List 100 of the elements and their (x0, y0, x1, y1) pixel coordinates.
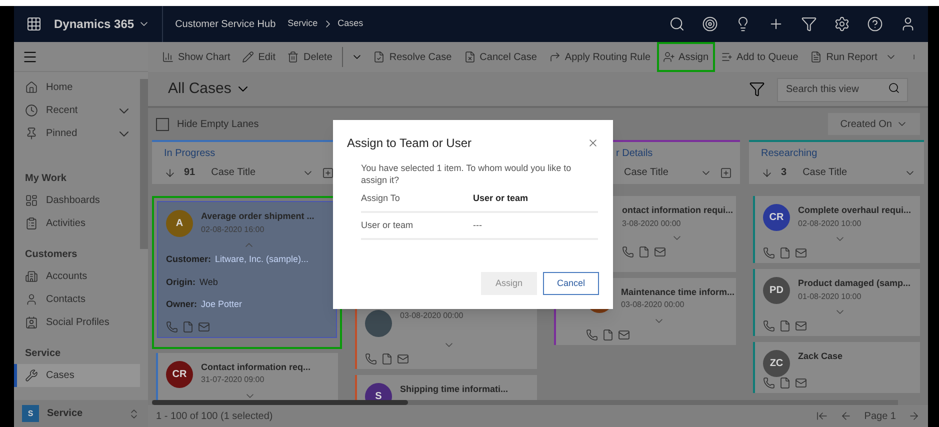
document-icon (381, 353, 393, 365)
trash-icon (287, 51, 300, 63)
nav-item[interactable]: Home (14, 76, 140, 99)
sort-dropdown[interactable]: Created On (828, 113, 920, 135)
command-button[interactable]: Run Report (804, 42, 904, 72)
app-name[interactable]: Dynamics 365 (54, 15, 134, 33)
search-icon (669, 16, 685, 32)
case-card[interactable]: S Shipping time informati... (355, 375, 537, 400)
case-date: 03-08-2020 00:00 (621, 299, 686, 311)
dialog-title: Assign to Team or User (347, 135, 472, 152)
next-page-icon (908, 410, 920, 422)
case-card[interactable]: CR Complete overhaul requi... 02-08-2020 10:00 (753, 196, 920, 263)
command-button[interactable]: Show Chart (156, 42, 236, 72)
lane-title: Researching (761, 147, 818, 161)
case-date: 31-07-2020 09:00 (201, 374, 266, 386)
nav-item[interactable]: Cases (14, 364, 140, 387)
case-title[interactable]: ontact information requi... (622, 204, 732, 218)
phone-icon (166, 320, 178, 332)
document-icon (602, 328, 614, 340)
area-switcher[interactable]: S Service (14, 400, 148, 427)
field-link[interactable]: Joe Potter (201, 298, 242, 312)
nav-item[interactable]: Activities (14, 212, 140, 235)
mail-icon (795, 247, 807, 259)
report-icon (810, 51, 822, 63)
area-badge: S (22, 405, 39, 422)
field-label: Owner: (166, 298, 198, 311)
nav-item[interactable]: Social Profiles (14, 311, 140, 334)
nav-item[interactable]: Dashboards (14, 189, 140, 212)
case-title[interactable]: Shipping time informati... (400, 383, 508, 396)
avatar: ZC (763, 350, 790, 377)
target-icon (702, 16, 718, 32)
checkbox[interactable] (156, 118, 169, 130)
app-launcher-icon (26, 16, 42, 32)
command-button[interactable]: Delete (281, 42, 338, 72)
nav-item[interactable]: Contacts (14, 288, 140, 311)
case-title[interactable]: Contact information req... (201, 360, 311, 374)
hub-name[interactable]: Customer Service Hub (175, 16, 276, 32)
document-icon (779, 247, 791, 259)
case-date: 01-08-2020 10:00 (798, 290, 862, 302)
section-title: My Work (24, 172, 68, 186)
document-icon (638, 246, 650, 258)
document-icon (779, 320, 791, 332)
document-check-icon (373, 51, 386, 63)
case-title[interactable]: Zack Case (798, 350, 843, 364)
search-field[interactable]: Search this view (777, 78, 908, 102)
previous-page-icon (840, 410, 852, 422)
sort-field[interactable]: Case Title (802, 165, 896, 180)
case-title[interactable]: Average order shipment ... (201, 210, 314, 224)
case-title[interactable]: Complete overhaul requi... (798, 204, 912, 218)
help-icon (867, 16, 883, 32)
checkbox-label: Hide Empty Lanes (177, 118, 259, 132)
case-card[interactable]: PD Product damaged (samp... 01-08-2020 10:00 (753, 269, 920, 336)
lane-count: 91 (184, 166, 196, 180)
case-date: 02-08-2020 10:00 (798, 218, 862, 230)
dialog-message: You have selected 1 item. To whom would you like to assign it? (360, 162, 572, 186)
mail-icon (654, 246, 666, 258)
command-button[interactable]: Edit (236, 42, 282, 72)
lookup-field[interactable]: --- (473, 218, 482, 232)
case-card[interactable]: CR Contact information req... 31-07-2020 09:00 (156, 352, 338, 400)
sort-arrow-icon (164, 166, 176, 178)
dialog-button[interactable]: Cancel (543, 272, 599, 295)
add-icon (322, 166, 334, 178)
breadcrumb-item[interactable]: Service (288, 17, 318, 31)
chart-icon (162, 51, 174, 63)
command-button[interactable]: Add to Queue (714, 42, 804, 72)
close-button[interactable] (587, 137, 599, 149)
command-button[interactable]: Apply Routing Rule (542, 42, 657, 72)
sort-field[interactable]: Case Title (211, 165, 294, 180)
command-button[interactable]: Resolve Case (367, 42, 458, 72)
case-card[interactable]: A Average order shipment ... 02-08-2020 16:00 Customer: Litware, Inc. (sample)... Origin: Web Owner: Joe Potter (157, 201, 337, 338)
nav-item[interactable]: Accounts (14, 265, 140, 288)
nav-item[interactable]: Pinned (14, 122, 140, 145)
avatar: CR (763, 204, 790, 231)
sort-arrow-icon (761, 166, 773, 178)
plus-icon (768, 16, 784, 32)
field-link[interactable]: Litware, Inc. (sample)... (215, 253, 309, 266)
avatar: A (166, 210, 193, 237)
sort-field[interactable]: Case Title (624, 165, 692, 180)
close-icon (587, 137, 599, 149)
nav-item[interactable]: Recent (14, 99, 140, 122)
phone-icon (763, 247, 775, 259)
case-card[interactable]: ZC Zack Case (753, 342, 920, 393)
field-value: Web (200, 276, 218, 288)
case-title[interactable]: Product damaged (samp... (798, 277, 911, 290)
case-title[interactable]: Maintenance time inform... (621, 286, 732, 299)
search-icon (888, 82, 900, 94)
home-icon (25, 81, 38, 94)
command-button[interactable]: Assign (656, 42, 715, 72)
field-label: Origin: (166, 276, 196, 289)
settings-icon (834, 16, 850, 32)
view-title[interactable]: All Cases (168, 78, 232, 100)
mail-icon (795, 320, 807, 332)
breadcrumb-item[interactable]: Cases (338, 17, 364, 31)
command-button[interactable]: Cancel Case (458, 42, 543, 72)
pencil-icon (242, 51, 254, 63)
avatar: PD (763, 277, 790, 304)
pin-icon (25, 127, 38, 140)
mail-icon (795, 377, 807, 389)
section-title: Service (24, 346, 62, 360)
avatar: CR (166, 360, 193, 388)
